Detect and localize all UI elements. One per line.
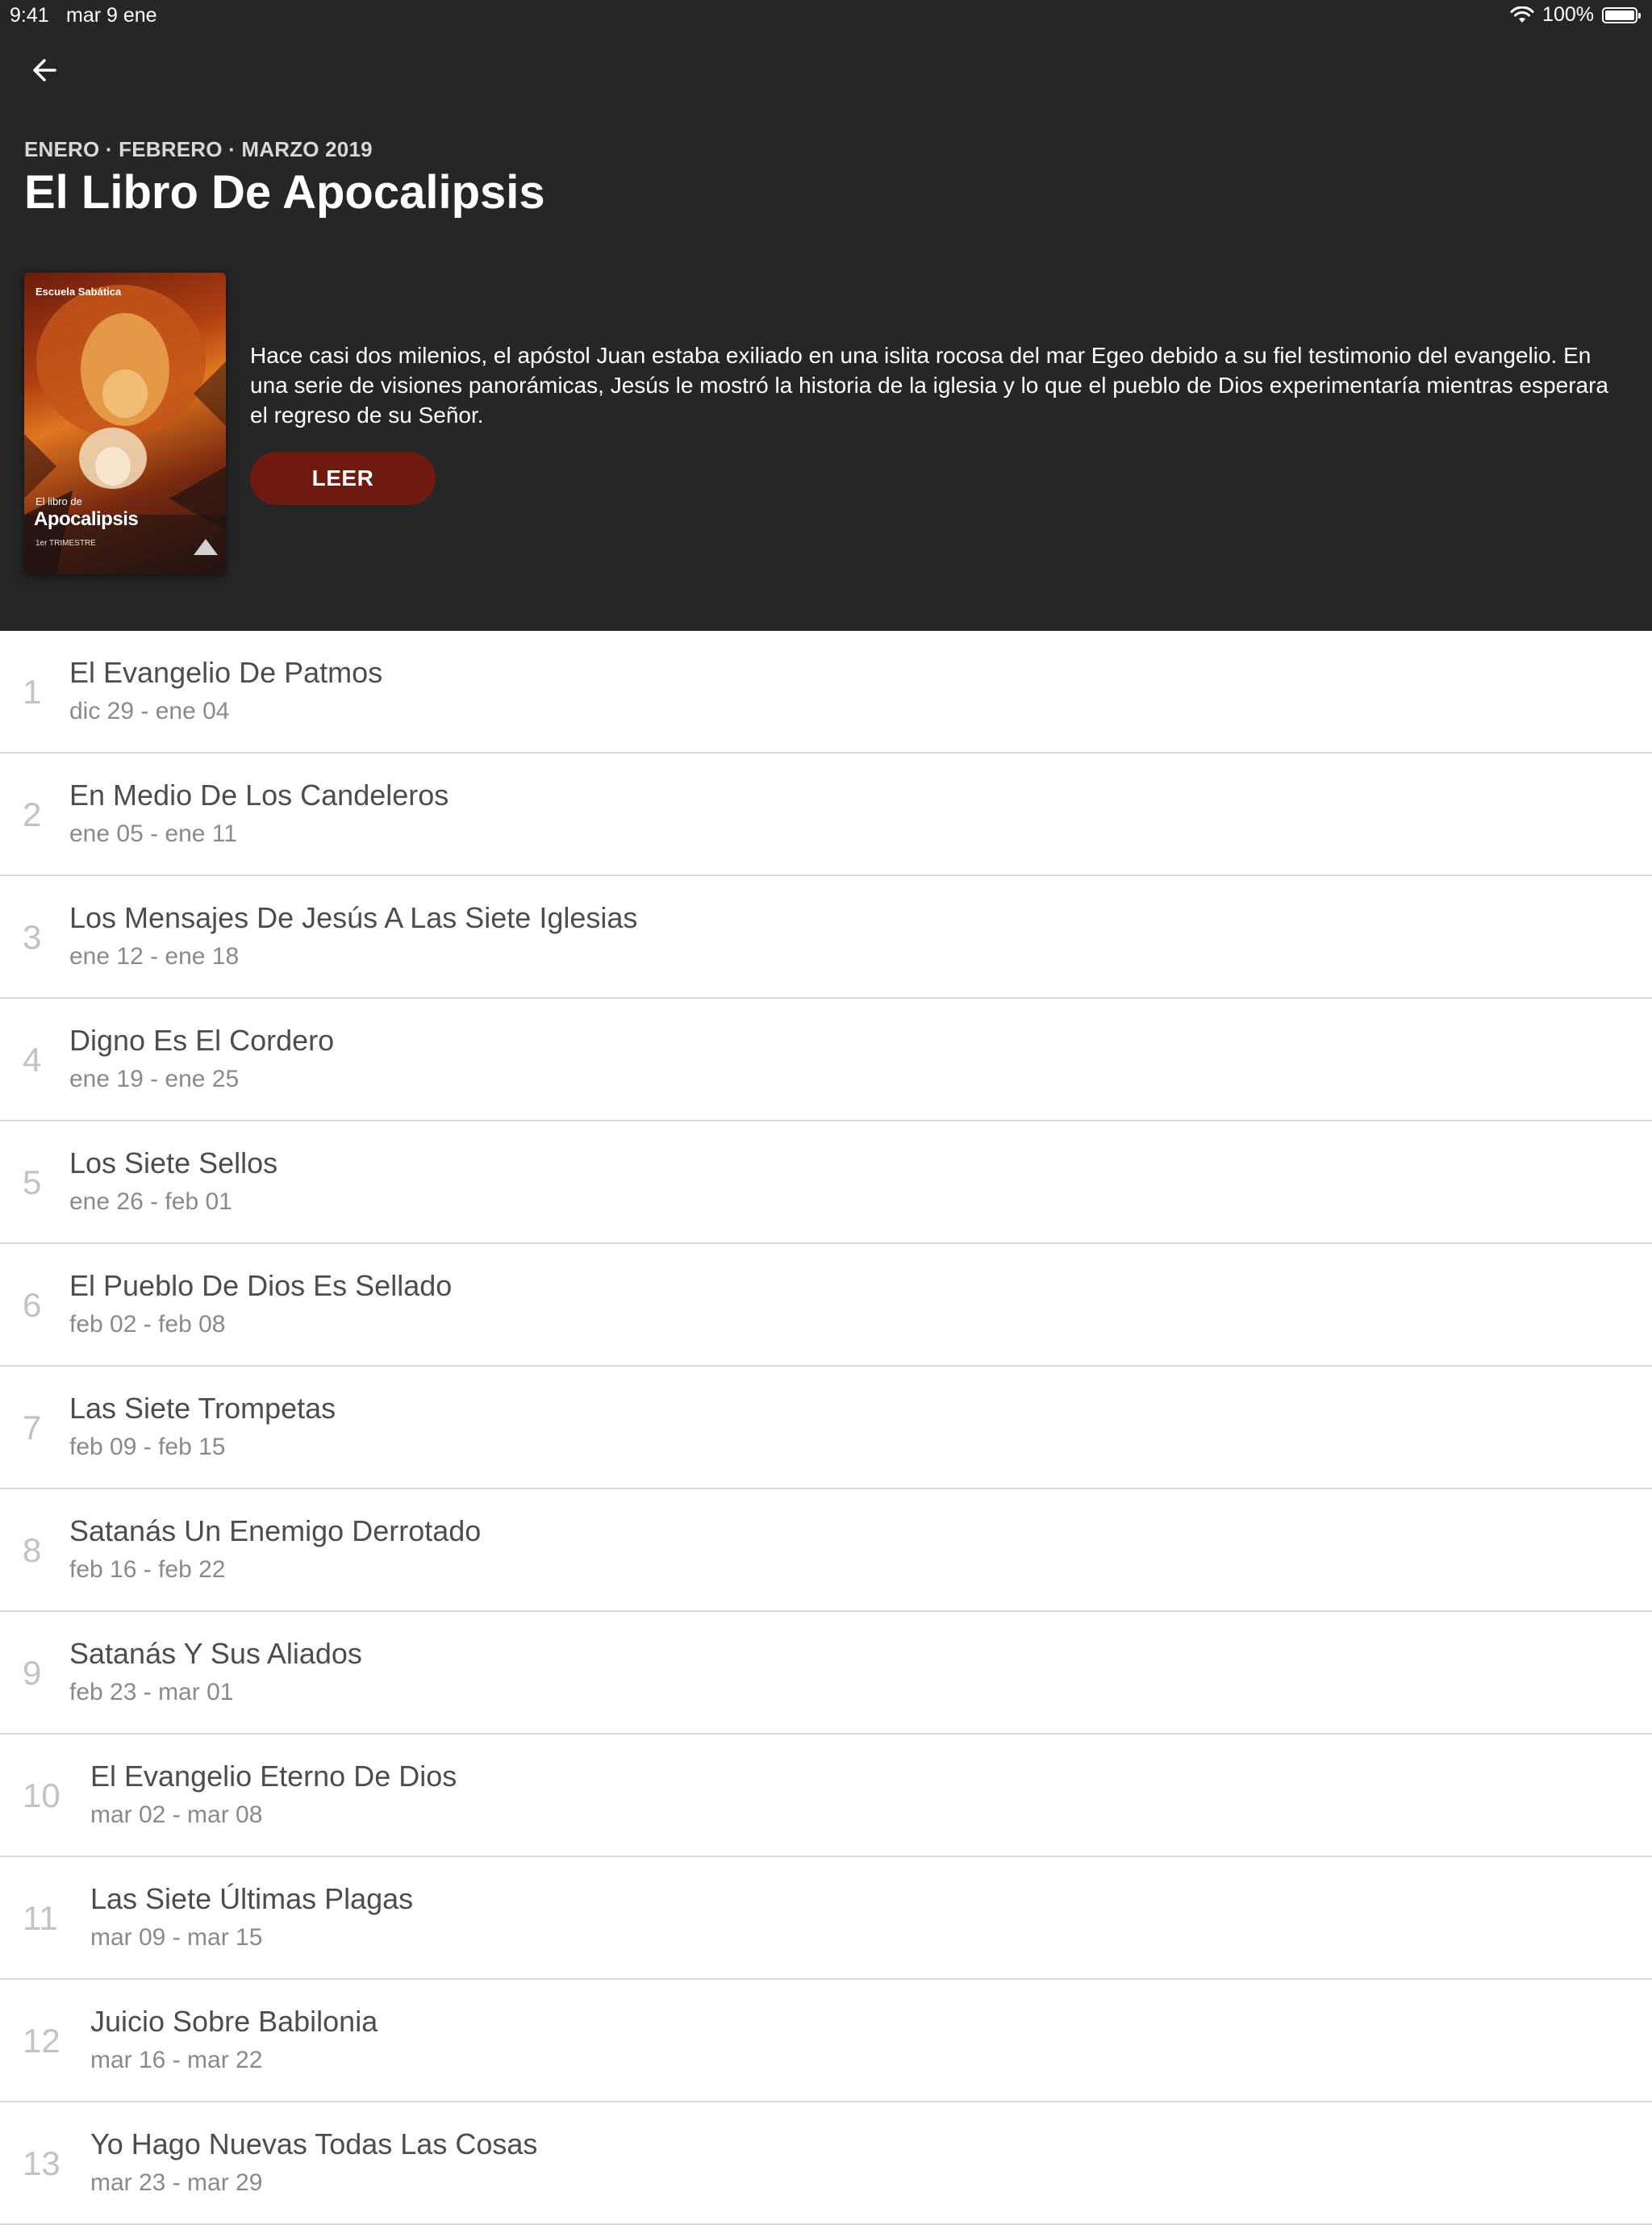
lesson-title: El Evangelio Eterno De Dios: [90, 1760, 457, 1793]
lesson-dates: mar 02 - mar 08: [90, 1801, 263, 1828]
lesson-title: Los Siete Sellos: [69, 1146, 278, 1179]
lesson-info: Las Siete Trompetas feb 09 - feb 15: [69, 1391, 336, 1463]
battery-percentage: 100%: [1542, 3, 1594, 26]
lesson-number: 4: [23, 1041, 42, 1079]
lesson-title: Las Siete Trompetas: [69, 1392, 336, 1425]
cover-subtitle: El libro de: [35, 495, 82, 507]
lesson-row[interactable]: 4 Digno Es El Cordero ene 19 - ene 25: [0, 999, 1652, 1121]
lesson-row[interactable]: 7 Las Siete Trompetas feb 09 - feb 15: [0, 1367, 1652, 1489]
lesson-info: Digno Es El Cordero ene 19 - ene 25: [69, 1023, 334, 1096]
lesson-info: El Evangelio Eterno De Dios mar 02 - mar …: [90, 1759, 457, 1831]
lesson-dates: dic 29 - ene 04: [69, 698, 230, 724]
quarter-date-range: ENERO · FEBRERO · MARZO 2019: [24, 137, 373, 161]
lesson-info: Juicio Sobre Babilonia mar 16 - mar 22: [90, 2004, 378, 2077]
lesson-list: 1 El Evangelio De Patmos dic 29 - ene 04 2 E…: [0, 631, 1652, 2225]
status-date: mar 9 ene: [66, 4, 157, 27]
lesson-dates: ene 19 - ene 25: [69, 1066, 240, 1092]
arrow-left-icon: [33, 59, 56, 81]
lesson-title: Satanás Un Enemigo Derrotado: [69, 1514, 482, 1547]
quarter-description: Hace casi dos milenios, el apóstol Juan …: [250, 343, 1608, 428]
lesson-dates: mar 09 - mar 15: [90, 1924, 263, 1951]
lesson-number: 10: [23, 1776, 60, 1814]
lesson-number: 9: [23, 1654, 42, 1692]
lesson-info: En Medio De Los Candeleros ene 05 - ene 1…: [69, 778, 448, 850]
lesson-row[interactable]: 12 Juicio Sobre Babilonia mar 16 - mar 22: [0, 1980, 1652, 2102]
lesson-dates: ene 12 - ene 18: [69, 943, 240, 970]
lesson-number: 2: [23, 795, 42, 833]
cover-trimester: 1er TRIMESTRE: [35, 539, 96, 548]
lesson-dates: feb 09 - feb 15: [69, 1434, 226, 1460]
status-time: 9:41: [10, 4, 49, 27]
lesson-title: El Pueblo De Dios Es Sellado: [69, 1269, 453, 1302]
lesson-info: Los Siete Sellos ene 26 - feb 01: [69, 1146, 277, 1218]
lesson-info: Yo Hago Nuevas Todas Las Cosas mar 23 - m…: [90, 2127, 537, 2199]
lesson-number: 12: [23, 2022, 60, 2060]
lesson-row[interactable]: 2 En Medio De Los Candeleros ene 05 - ene …: [0, 753, 1652, 876]
page-title: El Libro De Apocalipsis: [24, 166, 545, 219]
lesson-info: El Evangelio De Patmos dic 29 - ene 04: [69, 655, 382, 728]
lesson-title: Juicio Sobre Babilonia: [90, 2005, 378, 2038]
lesson-number: 8: [23, 1531, 42, 1569]
lesson-info: Las Siete Últimas Plagas mar 09 - mar 15: [90, 1881, 413, 1954]
lesson-dates: mar 23 - mar 29: [90, 2169, 263, 2196]
back-button[interactable]: [24, 50, 65, 90]
lesson-number: 7: [23, 1409, 42, 1446]
lesson-info: Satanás Y Sus Aliados feb 23 - mar 01: [69, 1636, 362, 1709]
lesson-title: El Evangelio De Patmos: [69, 656, 383, 689]
lesson-number: 5: [23, 1163, 42, 1201]
lesson-info: Satanás Un Enemigo Derrotado feb 16 - feb…: [69, 1513, 481, 1586]
lesson-title: Digno Es El Cordero: [69, 1024, 335, 1057]
lesson-number: 11: [23, 1899, 58, 1937]
wifi-icon: [1510, 6, 1534, 24]
lesson-title: En Medio De Los Candeleros: [69, 779, 449, 812]
lesson-dates: mar 16 - mar 22: [90, 2047, 263, 2073]
lesson-dates: feb 16 - feb 22: [69, 1556, 226, 1583]
lesson-row[interactable]: 8 Satanás Un Enemigo Derrotado feb 16 - fe…: [0, 1489, 1652, 1612]
lesson-row[interactable]: 1 El Evangelio De Patmos dic 29 - ene 04: [0, 631, 1652, 753]
lesson-title: Yo Hago Nuevas Todas Las Cosas: [90, 2127, 538, 2160]
lesson-dates: ene 26 - feb 01: [69, 1188, 232, 1215]
lesson-row[interactable]: 3 Los Mensajes De Jesús A Las Siete Igles…: [0, 876, 1652, 999]
lesson-title: Los Mensajes De Jesús A Las Siete Iglesi…: [69, 901, 638, 934]
lesson-info: El Pueblo De Dios Es Sellado feb 02 - feb…: [69, 1268, 452, 1341]
lesson-dates: feb 02 - feb 08: [69, 1311, 226, 1338]
lesson-number: 6: [23, 1286, 42, 1324]
lesson-row[interactable]: 10 El Evangelio Eterno De Dios mar 02 - ma…: [0, 1734, 1652, 1857]
lesson-dates: feb 23 - mar 01: [69, 1679, 234, 1705]
lesson-row[interactable]: 5 Los Siete Sellos ene 26 - feb 01: [0, 1121, 1652, 1244]
cover-publisher: Escuela Sabática: [35, 286, 122, 298]
lesson-number: 1: [23, 673, 42, 711]
lesson-title: Satanás Y Sus Aliados: [69, 1637, 362, 1670]
lesson-number: 13: [23, 2144, 60, 2182]
read-button[interactable]: LEER: [250, 452, 436, 505]
status-bar: 9:41 mar 9 ene 100%: [0, 0, 1652, 32]
lesson-row[interactable]: 11 Las Siete Últimas Plagas mar 09 - mar 1…: [0, 1857, 1652, 1980]
lesson-info: Los Mensajes De Jesús A Las Siete Iglesi…: [69, 900, 637, 973]
quarterly-cover-image[interactable]: Escuela Sabática El libro de Apocalipsis…: [24, 273, 226, 574]
lesson-row[interactable]: 13 Yo Hago Nuevas Todas Las Cosas mar 23 -…: [0, 2102, 1652, 2225]
lesson-number: 3: [23, 918, 42, 956]
lesson-row[interactable]: 6 El Pueblo De Dios Es Sellado feb 02 - fe…: [0, 1244, 1652, 1367]
quarterly-header: 9:41 mar 9 ene 100% ENERO · FEBRERO · MA…: [0, 0, 1652, 631]
battery-icon: [1602, 6, 1641, 23]
lesson-title: Las Siete Últimas Plagas: [90, 1882, 414, 1915]
lesson-dates: ene 05 - ene 11: [69, 820, 237, 847]
status-indicators: 100%: [1510, 3, 1641, 27]
lesson-row[interactable]: 9 Satanás Y Sus Aliados feb 23 - mar 01: [0, 1612, 1652, 1734]
cover-title: Apocalipsis: [34, 508, 139, 530]
